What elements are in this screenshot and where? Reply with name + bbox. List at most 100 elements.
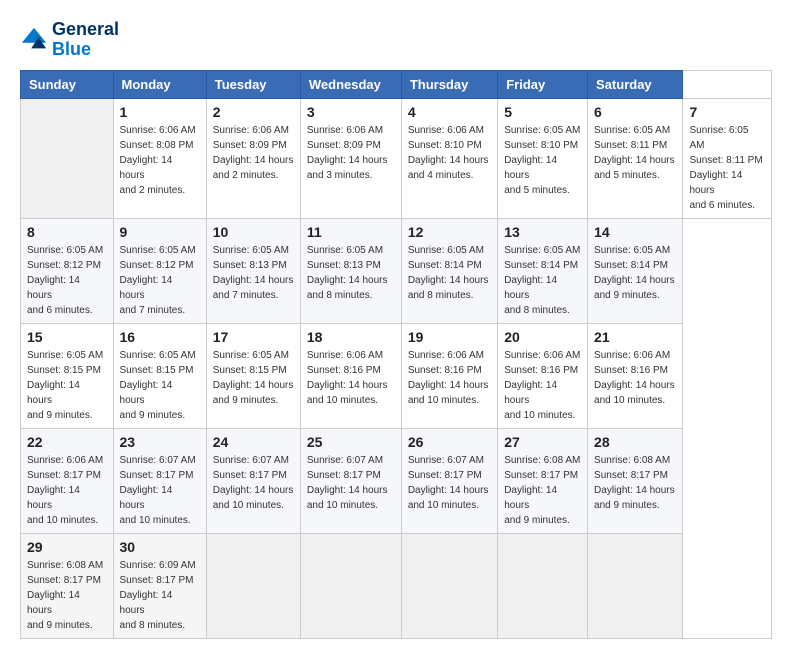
calendar-day-cell: 13 Sunrise: 6:05 AMSunset: 8:14 PMDayligh…: [498, 218, 588, 323]
day-number: 16: [120, 329, 200, 345]
day-number: 30: [120, 539, 200, 555]
day-info: Sunrise: 6:05 AMSunset: 8:15 PMDaylight:…: [27, 348, 107, 423]
day-info: Sunrise: 6:05 AMSunset: 8:11 PMDaylight:…: [594, 123, 676, 183]
calendar-week-row: 29 Sunrise: 6:08 AMSunset: 8:17 PMDayligh…: [21, 533, 772, 638]
day-number: 20: [504, 329, 581, 345]
day-number: 27: [504, 434, 581, 450]
day-info: Sunrise: 6:05 AMSunset: 8:14 PMDaylight:…: [408, 243, 491, 303]
day-info: Sunrise: 6:07 AMSunset: 8:17 PMDaylight:…: [120, 453, 200, 528]
calendar-header-row: SundayMondayTuesdayWednesdayThursdayFrid…: [21, 70, 772, 98]
calendar-day-cell: [401, 533, 497, 638]
calendar-day-cell: 27 Sunrise: 6:08 AMSunset: 8:17 PMDayligh…: [498, 428, 588, 533]
day-number: 15: [27, 329, 107, 345]
empty-cell: [21, 98, 114, 218]
day-number: 18: [307, 329, 395, 345]
day-info: Sunrise: 6:06 AMSunset: 8:16 PMDaylight:…: [408, 348, 491, 408]
day-info: Sunrise: 6:06 AMSunset: 8:16 PMDaylight:…: [307, 348, 395, 408]
day-number: 1: [120, 104, 200, 120]
column-header-friday: Friday: [498, 70, 588, 98]
calendar-day-cell: 5 Sunrise: 6:05 AMSunset: 8:10 PMDaylight…: [498, 98, 588, 218]
page-header: General Blue: [20, 20, 772, 60]
day-number: 8: [27, 224, 107, 240]
day-info: Sunrise: 6:06 AMSunset: 8:09 PMDaylight:…: [307, 123, 395, 183]
calendar-day-cell: 15 Sunrise: 6:05 AMSunset: 8:15 PMDayligh…: [21, 323, 114, 428]
day-number: 19: [408, 329, 491, 345]
day-info: Sunrise: 6:07 AMSunset: 8:17 PMDaylight:…: [307, 453, 395, 513]
calendar-day-cell: 28 Sunrise: 6:08 AMSunset: 8:17 PMDayligh…: [588, 428, 683, 533]
day-number: 22: [27, 434, 107, 450]
calendar-day-cell: 23Sunrise: 6:07 AMSunset: 8:17 PMDayligh…: [113, 428, 206, 533]
day-number: 2: [213, 104, 294, 120]
day-number: 24: [213, 434, 294, 450]
day-info: Sunrise: 6:06 AMSunset: 8:17 PMDaylight:…: [27, 453, 107, 528]
day-number: 11: [307, 224, 395, 240]
calendar-week-row: 1 Sunrise: 6:06 AMSunset: 8:08 PMDaylight…: [21, 98, 772, 218]
calendar-day-cell: 4Sunrise: 6:06 AMSunset: 8:10 PMDaylight…: [401, 98, 497, 218]
day-info: Sunrise: 6:05 AMSunset: 8:13 PMDaylight:…: [307, 243, 395, 303]
calendar-day-cell: 19 Sunrise: 6:06 AMSunset: 8:16 PMDayligh…: [401, 323, 497, 428]
calendar-day-cell: [588, 533, 683, 638]
day-info: Sunrise: 6:07 AMSunset: 8:17 PMDaylight:…: [213, 453, 294, 513]
calendar-day-cell: 2 Sunrise: 6:06 AMSunset: 8:09 PMDaylight…: [206, 98, 300, 218]
day-number: 4: [408, 104, 491, 120]
day-number: 6: [594, 104, 676, 120]
day-number: 29: [27, 539, 107, 555]
day-info: Sunrise: 6:05 AMSunset: 8:12 PMDaylight:…: [27, 243, 107, 318]
day-number: 10: [213, 224, 294, 240]
calendar-day-cell: 11 Sunrise: 6:05 AMSunset: 8:13 PMDayligh…: [300, 218, 401, 323]
column-header-thursday: Thursday: [401, 70, 497, 98]
calendar-day-cell: 3 Sunrise: 6:06 AMSunset: 8:09 PMDaylight…: [300, 98, 401, 218]
day-info: Sunrise: 6:06 AMSunset: 8:16 PMDaylight:…: [594, 348, 676, 408]
column-header-saturday: Saturday: [588, 70, 683, 98]
day-info: Sunrise: 6:06 AMSunset: 8:08 PMDaylight:…: [120, 123, 200, 198]
calendar-day-cell: 24 Sunrise: 6:07 AMSunset: 8:17 PMDayligh…: [206, 428, 300, 533]
day-info: Sunrise: 6:07 AMSunset: 8:17 PMDaylight:…: [408, 453, 491, 513]
day-number: 3: [307, 104, 395, 120]
calendar-table: SundayMondayTuesdayWednesdayThursdayFrid…: [20, 70, 772, 639]
day-info: Sunrise: 6:05 AMSunset: 8:11 PMDaylight:…: [689, 123, 765, 213]
calendar-day-cell: 1 Sunrise: 6:06 AMSunset: 8:08 PMDaylight…: [113, 98, 206, 218]
day-info: Sunrise: 6:05 AMSunset: 8:10 PMDaylight:…: [504, 123, 581, 198]
day-info: Sunrise: 6:05 AMSunset: 8:14 PMDaylight:…: [504, 243, 581, 318]
column-header-monday: Monday: [113, 70, 206, 98]
day-number: 21: [594, 329, 676, 345]
calendar-day-cell: 22 Sunrise: 6:06 AMSunset: 8:17 PMDayligh…: [21, 428, 114, 533]
day-number: 7: [689, 104, 765, 120]
day-info: Sunrise: 6:08 AMSunset: 8:17 PMDaylight:…: [594, 453, 676, 513]
day-info: Sunrise: 6:06 AMSunset: 8:09 PMDaylight:…: [213, 123, 294, 183]
calendar-day-cell: 20Sunrise: 6:06 AMSunset: 8:16 PMDayligh…: [498, 323, 588, 428]
logo-text-general: General: [52, 20, 119, 40]
day-info: Sunrise: 6:05 AMSunset: 8:12 PMDaylight:…: [120, 243, 200, 318]
day-number: 5: [504, 104, 581, 120]
calendar-day-cell: [206, 533, 300, 638]
calendar-day-cell: 30Sunrise: 6:09 AMSunset: 8:17 PMDayligh…: [113, 533, 206, 638]
day-info: Sunrise: 6:08 AMSunset: 8:17 PMDaylight:…: [504, 453, 581, 528]
day-info: Sunrise: 6:08 AMSunset: 8:17 PMDaylight:…: [27, 558, 107, 633]
calendar-body: 1 Sunrise: 6:06 AMSunset: 8:08 PMDaylight…: [21, 98, 772, 638]
calendar-day-cell: [300, 533, 401, 638]
logo-icon: [20, 26, 48, 54]
calendar-week-row: 8 Sunrise: 6:05 AMSunset: 8:12 PMDaylight…: [21, 218, 772, 323]
calendar-day-cell: 6 Sunrise: 6:05 AMSunset: 8:11 PMDaylight…: [588, 98, 683, 218]
column-header-sunday: Sunday: [21, 70, 114, 98]
day-info: Sunrise: 6:05 AMSunset: 8:15 PMDaylight:…: [213, 348, 294, 408]
day-number: 14: [594, 224, 676, 240]
calendar-day-cell: 29 Sunrise: 6:08 AMSunset: 8:17 PMDayligh…: [21, 533, 114, 638]
column-header-tuesday: Tuesday: [206, 70, 300, 98]
day-number: 25: [307, 434, 395, 450]
day-number: 26: [408, 434, 491, 450]
calendar-day-cell: 10Sunrise: 6:05 AMSunset: 8:13 PMDayligh…: [206, 218, 300, 323]
calendar-day-cell: 18 Sunrise: 6:06 AMSunset: 8:16 PMDayligh…: [300, 323, 401, 428]
calendar-day-cell: 16 Sunrise: 6:05 AMSunset: 8:15 PMDayligh…: [113, 323, 206, 428]
calendar-week-row: 15 Sunrise: 6:05 AMSunset: 8:15 PMDayligh…: [21, 323, 772, 428]
day-number: 13: [504, 224, 581, 240]
logo-text-blue: Blue: [52, 40, 119, 60]
calendar-week-row: 22 Sunrise: 6:06 AMSunset: 8:17 PMDayligh…: [21, 428, 772, 533]
day-number: 28: [594, 434, 676, 450]
day-number: 9: [120, 224, 200, 240]
calendar-day-cell: 7 Sunrise: 6:05 AMSunset: 8:11 PMDaylight…: [683, 98, 772, 218]
calendar-day-cell: 12Sunrise: 6:05 AMSunset: 8:14 PMDayligh…: [401, 218, 497, 323]
day-info: Sunrise: 6:05 AMSunset: 8:15 PMDaylight:…: [120, 348, 200, 423]
logo: General Blue: [20, 20, 119, 60]
day-number: 17: [213, 329, 294, 345]
